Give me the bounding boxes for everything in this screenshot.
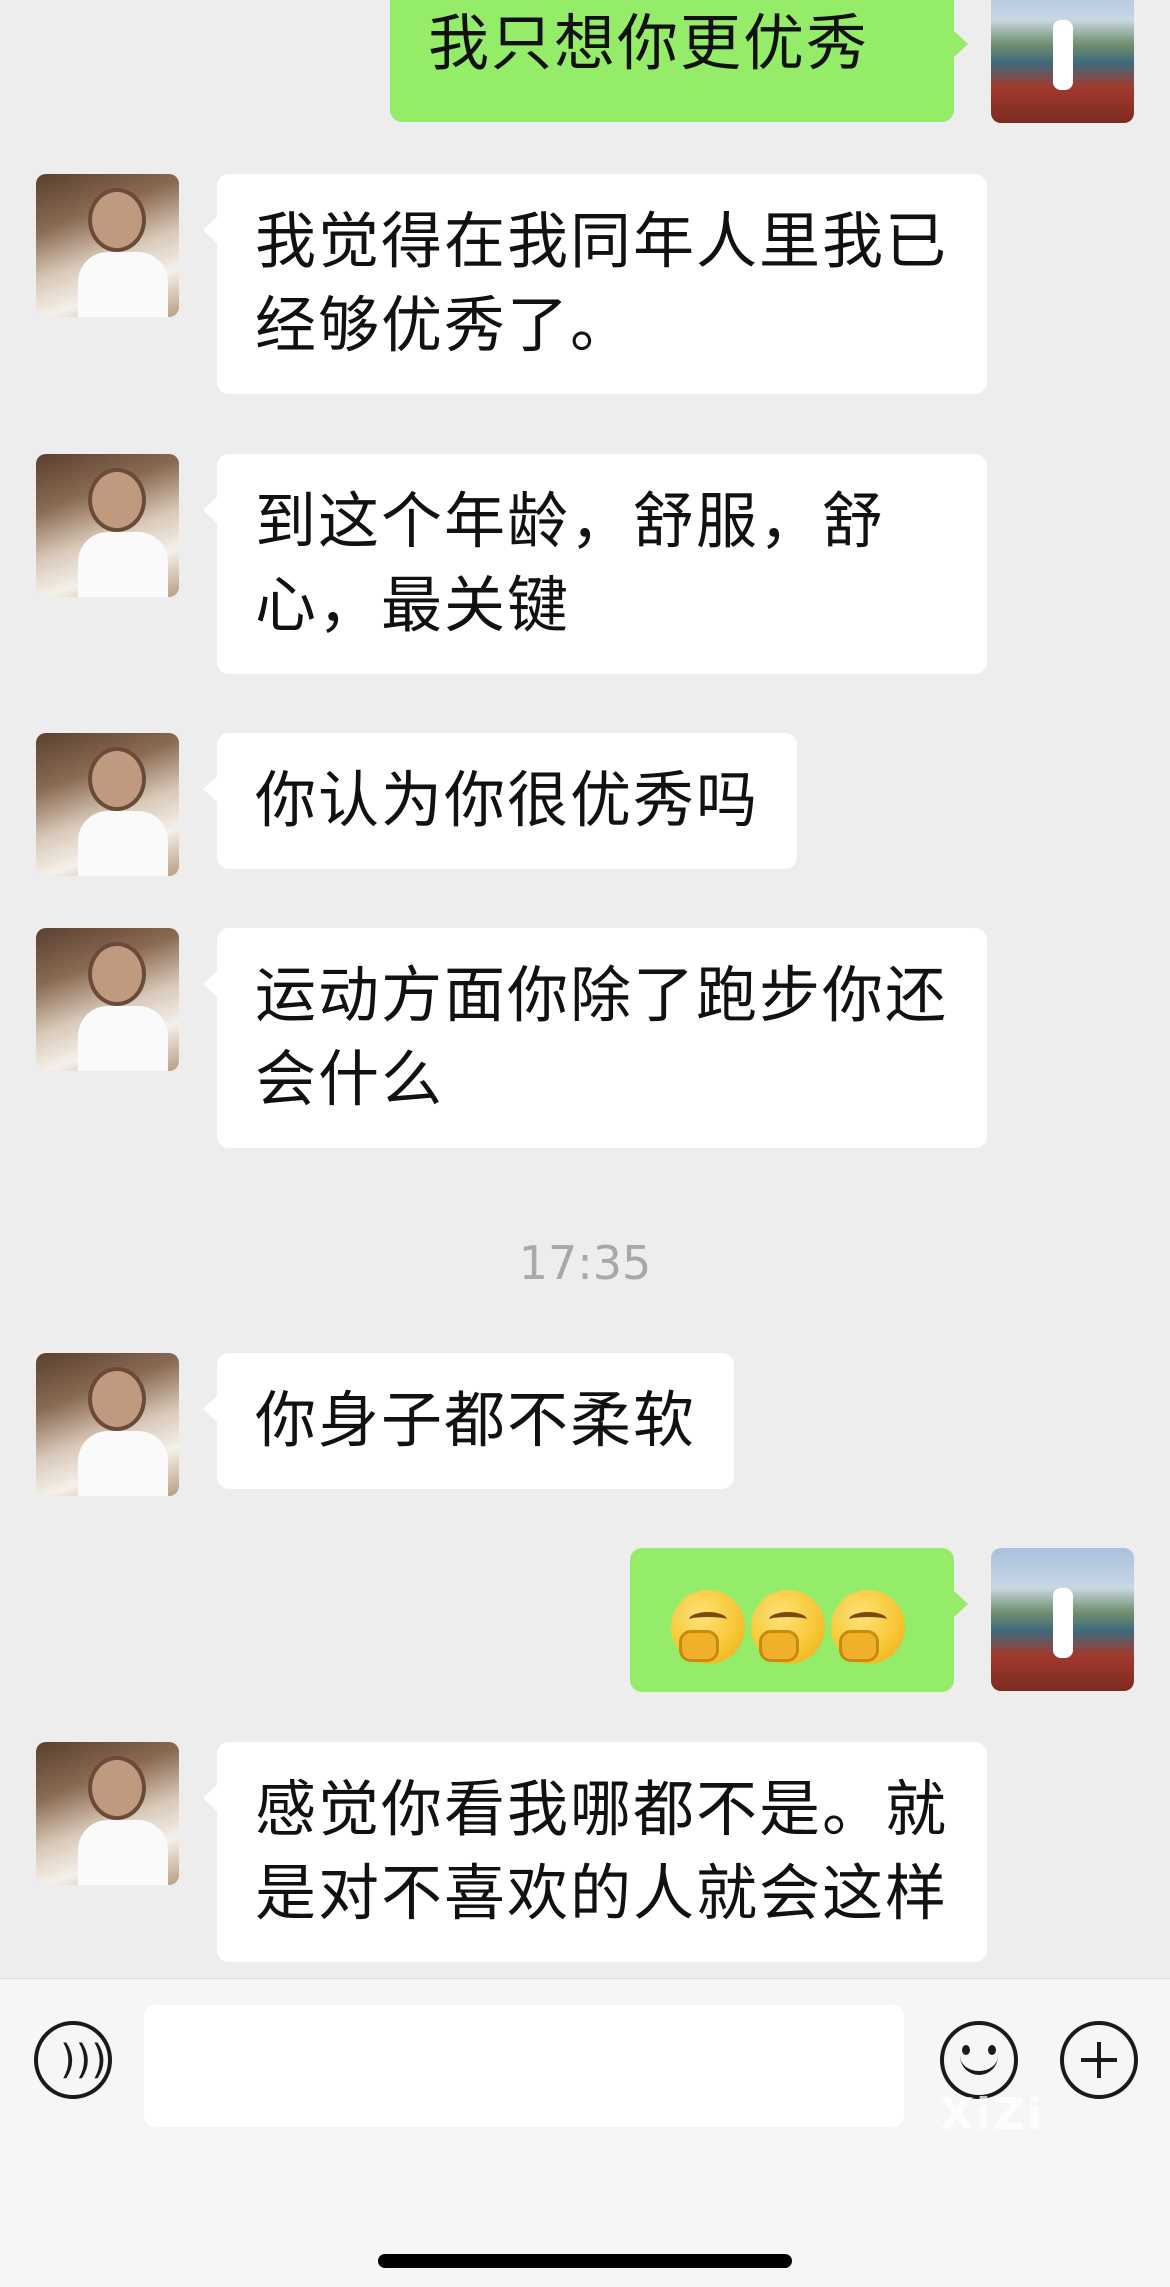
message-bubble-outgoing-emoji[interactable] bbox=[630, 1548, 968, 1692]
thinking-face-icon bbox=[671, 1590, 745, 1665]
message-timestamp: 17:35 bbox=[518, 1236, 652, 1290]
home-indicator[interactable] bbox=[378, 2254, 792, 2268]
message-bubble-incoming[interactable]: 你身子都不柔软 bbox=[202, 1353, 735, 1489]
message-bubble-incoming[interactable]: 运动方面你除了跑步你还会什么 bbox=[203, 928, 987, 1148]
contact-avatar[interactable] bbox=[36, 1742, 179, 1885]
my-avatar[interactable] bbox=[991, 0, 1134, 123]
contact-avatar[interactable] bbox=[36, 174, 179, 317]
my-avatar[interactable] bbox=[991, 1548, 1134, 1691]
contact-avatar[interactable] bbox=[36, 733, 179, 876]
message-bubble-outgoing[interactable]: 我只想你更优秀 bbox=[390, 0, 968, 122]
message-bubble-incoming[interactable]: 我觉得在我同年人里我已经够优秀了。 bbox=[203, 174, 987, 394]
thinking-face-icon bbox=[751, 1590, 825, 1665]
input-toolbar: ))) XiZi bbox=[0, 1978, 1170, 2287]
chat-area: 我只想你更优秀 我觉得在我同年人里我已经够优秀了。 到这个年龄，舒服，舒心，最关… bbox=[0, 0, 1170, 1978]
contact-avatar[interactable] bbox=[36, 1353, 179, 1496]
message-input[interactable] bbox=[144, 2005, 904, 2127]
plus-icon[interactable] bbox=[1060, 2021, 1138, 2099]
message-bubble-incoming[interactable]: 感觉你看我哪都不是。就是对不喜欢的人就会这样 bbox=[203, 1742, 987, 1962]
thinking-face-icon bbox=[831, 1590, 905, 1665]
message-bubble-incoming[interactable]: 到这个年龄，舒服，舒心，最关键 bbox=[203, 454, 987, 674]
voice-icon[interactable]: ))) bbox=[34, 2021, 112, 2099]
message-bubble-incoming[interactable]: 你认为你很优秀吗 bbox=[202, 733, 798, 869]
contact-avatar[interactable] bbox=[36, 928, 179, 1071]
watermark: XiZi bbox=[940, 2089, 1044, 2140]
smiley-icon[interactable] bbox=[940, 2021, 1018, 2099]
contact-avatar[interactable] bbox=[36, 454, 179, 597]
